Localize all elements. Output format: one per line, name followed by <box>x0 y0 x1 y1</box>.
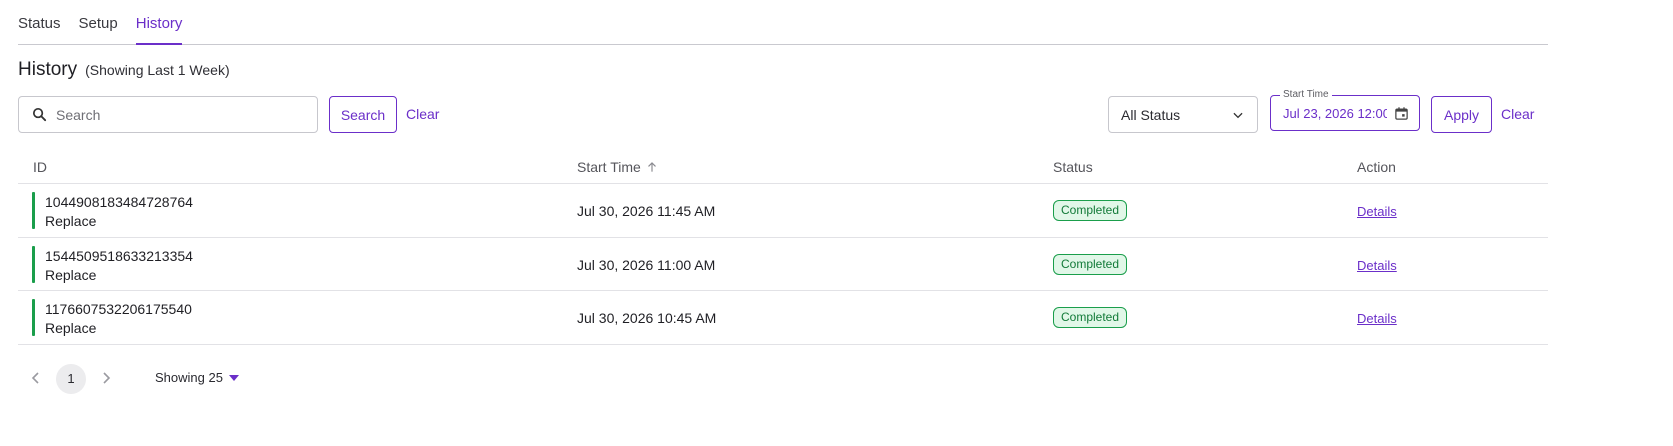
chevron-right-icon[interactable] <box>100 370 112 386</box>
pagination: 1 Showing 25 <box>18 362 618 396</box>
column-header-start-time[interactable]: Start Time <box>577 159 659 175</box>
table-row: 1176607532206175540 Replace Jul 30, 2026… <box>18 291 1548 345</box>
details-link[interactable]: Details <box>1357 311 1397 326</box>
status-badge: Completed <box>1053 253 1128 275</box>
tab-bar: Status Setup History <box>18 0 1548 45</box>
page-size-select[interactable]: Showing 25 <box>155 370 239 385</box>
status-filter-value: All Status <box>1121 106 1181 123</box>
row-id: 1176607532206175540 <box>45 301 192 317</box>
caret-down-icon <box>228 374 239 381</box>
status-filter-select[interactable]: All Status <box>1108 96 1258 133</box>
row-id: 1044908183484728764 <box>45 194 193 210</box>
status-badge: Completed <box>1053 307 1128 328</box>
details-link[interactable]: Details <box>1357 204 1397 219</box>
column-header-action[interactable]: Action <box>1357 159 1396 175</box>
search-button[interactable]: Search <box>329 96 397 133</box>
tab-setup[interactable]: Setup <box>79 0 118 45</box>
calendar-icon[interactable] <box>1394 106 1409 121</box>
search-input[interactable] <box>56 106 306 123</box>
start-time-value: Jul 23, 2026 12:00 AM <box>1283 105 1387 121</box>
clear-search-button[interactable]: Clear <box>406 106 439 122</box>
tab-history[interactable]: History <box>135 0 183 45</box>
status-indicator-bar <box>32 245 35 283</box>
page-header: History (Showing Last 1 Week) <box>18 59 230 81</box>
row-start-time: Jul 30, 2026 11:00 AM <box>577 256 716 273</box>
row-type: Replace <box>45 213 97 229</box>
clear-filters-button[interactable]: Clear <box>1501 106 1534 122</box>
start-time-label: Start Time <box>1280 89 1332 100</box>
arrow-up-icon <box>647 162 656 172</box>
start-time-field[interactable]: Start Time Jul 23, 2026 12:00 AM <box>1270 89 1420 131</box>
details-link[interactable]: Details <box>1357 258 1397 273</box>
row-type: Replace <box>45 266 97 283</box>
apply-button[interactable]: Apply <box>1431 96 1492 133</box>
column-header-id[interactable]: ID <box>33 159 47 175</box>
row-start-time: Jul 30, 2026 11:45 AM <box>577 203 716 219</box>
tab-status[interactable]: Status <box>18 0 61 45</box>
row-type: Replace <box>45 320 97 336</box>
status-indicator-bar <box>32 192 35 229</box>
status-indicator-bar <box>32 299 35 336</box>
page-number-button[interactable]: 1 <box>56 364 86 394</box>
table-row: 1044908183484728764 Replace Jul 30, 2026… <box>18 184 1548 238</box>
row-id: 1544509518633213354 <box>45 247 193 264</box>
search-icon <box>32 107 47 122</box>
history-table: ID Start Time Status Action 104490818348… <box>18 150 1548 345</box>
status-badge: Completed <box>1053 200 1128 221</box>
page-size-label: Showing 25 <box>155 370 223 385</box>
page-title: History <box>18 59 78 80</box>
chevron-down-icon <box>1233 112 1243 118</box>
column-header-status[interactable]: Status <box>1053 159 1093 175</box>
table-row: 1544509518633213354 Replace Jul 30, 2026… <box>18 238 1548 291</box>
table-header: ID Start Time Status Action <box>18 150 1548 184</box>
row-start-time: Jul 30, 2026 10:45 AM <box>577 310 717 326</box>
page-subtitle: (Showing Last 1 Week) <box>85 62 230 78</box>
chevron-left-icon[interactable] <box>30 370 42 386</box>
search-box[interactable] <box>18 96 318 133</box>
